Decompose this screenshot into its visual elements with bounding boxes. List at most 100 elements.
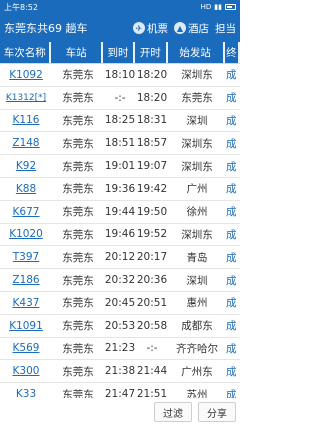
train-number[interactable]: T397 (0, 251, 52, 263)
table-row[interactable]: K92 东莞东 19:01 19:07 深圳东成 (0, 155, 240, 178)
hotel-label: 酒店 (188, 22, 209, 35)
terminal-station: 成 (226, 297, 237, 310)
origin-station: 广州东 (181, 365, 213, 378)
status-bar: 上午8:52 HD ▮▮ (0, 0, 240, 14)
table-row[interactable]: Z148 东莞东 18:51 18:57 深圳东成 (0, 132, 240, 156)
table-row[interactable]: K1091 东莞东 20:53 20:58 成都东成 (0, 315, 240, 338)
station-name: 东莞东 (62, 342, 94, 355)
arrive-time: -:- (114, 91, 126, 104)
table-row[interactable]: T397 东莞东 20:12 20:17 青岛 成 (0, 246, 240, 270)
arrive-time: 20:45 (104, 296, 136, 309)
table-row[interactable]: K1020 东莞东 19:46 19:52 深圳东成 (0, 224, 240, 247)
arrive-time: 21:38 (104, 365, 136, 378)
header-train[interactable]: 车次名称 (0, 42, 50, 63)
title-bar: 东莞东共69 趟车 ✈ 机票 ▲ 酒店 担当 (0, 14, 240, 42)
terminal-station: 成 (226, 228, 237, 241)
depart-time: 20:51 (136, 296, 168, 309)
station-name: 东莞东 (62, 251, 94, 264)
train-number[interactable]: K92 (0, 160, 52, 172)
header-station[interactable]: 车站 (51, 42, 101, 63)
arrive-time: 18:25 (104, 114, 136, 127)
share-button[interactable]: 分享 (198, 402, 236, 422)
origin-station: 深圳 (186, 274, 208, 287)
arrive-time: 18:10 (104, 68, 136, 81)
terminal-station: 成 (226, 114, 237, 127)
table-row[interactable]: K88 东莞东 19:36 19:42 广州 成 (0, 178, 240, 201)
page-title: 东莞东共69 趟车 (4, 22, 88, 35)
table-row[interactable]: K677 东莞东 19:44 19:50 徐州 成 (0, 201, 240, 224)
origin-station: 深圳东 (181, 160, 213, 173)
depart-time: -:- (146, 342, 158, 355)
origin-station: 深圳东 (181, 228, 213, 241)
terminal-station: 成 (226, 320, 237, 333)
origin-station: 徐州 (186, 206, 208, 219)
status-time: 上午8:52 (4, 2, 38, 12)
table-row[interactable]: K116 东莞东 18:25 18:31 深圳 成 (0, 110, 240, 133)
table-row[interactable]: K1312[*] 东莞东 -:- 18:20 东莞东成 (0, 87, 240, 110)
station-name: 东莞东 (62, 183, 94, 196)
terminal-station: 成 (226, 92, 237, 105)
header-depart[interactable]: 开时 (135, 42, 166, 63)
origin-station: 成都东 (181, 320, 213, 333)
flight-button[interactable]: ✈ 机票 (133, 21, 168, 36)
arrive-time: 20:53 (104, 319, 136, 332)
station-name: 东莞东 (62, 206, 94, 219)
header-arrive[interactable]: 到时 (102, 42, 134, 63)
depart-time: 18:20 (136, 91, 168, 104)
train-number[interactable]: K1020 (0, 228, 52, 240)
station-name: 东莞东 (62, 160, 94, 173)
terminal-station: 成 (226, 137, 237, 150)
arrive-time: 18:51 (104, 137, 136, 150)
depart-time: 21:44 (136, 365, 168, 378)
depart-time: 18:20 (136, 68, 168, 81)
table-row[interactable]: K569 东莞东 21:23 -:- 齐齐哈尔成 (0, 338, 240, 361)
station-name: 东莞东 (62, 114, 94, 127)
origin-station: 青岛 (186, 251, 208, 264)
terminal-station: 成 (226, 69, 237, 82)
flight-label: 机票 (147, 22, 168, 35)
station-name: 东莞东 (62, 297, 94, 310)
terminal-station: 成 (226, 206, 237, 219)
train-number[interactable]: K569 (0, 342, 52, 354)
terminal-station: 成 (226, 342, 237, 355)
train-number[interactable]: K88 (0, 183, 52, 195)
table-row[interactable]: K437 东莞东 20:45 20:51 惠州 成 (0, 292, 240, 315)
train-number[interactable]: K1091 (0, 320, 52, 332)
table-row[interactable]: K1092 东莞东 18:10 18:20 深圳东成 (0, 64, 240, 87)
battery-icon (225, 4, 236, 10)
header-terminal[interactable]: 终 (224, 42, 239, 63)
arrive-time: 21:23 (104, 342, 136, 355)
header-origin[interactable]: 始发站 (167, 42, 223, 63)
origin-station: 广州 (186, 183, 208, 196)
station-name: 东莞东 (62, 69, 94, 82)
terminal-station: 成 (226, 365, 237, 378)
table-body: K1092 东莞东 18:10 18:20 深圳东成 K1312[*] 东莞东 -:- 18:2… (0, 64, 240, 426)
hotel-button[interactable]: ▲ 酒店 (174, 21, 209, 36)
origin-station: 东莞东 (181, 92, 213, 105)
train-number[interactable]: K300 (0, 365, 52, 377)
depart-time: 18:31 (136, 114, 168, 127)
terminal-station: 成 (226, 251, 237, 264)
arrive-time: 20:32 (104, 274, 136, 287)
table-row[interactable]: K300 东莞东 21:38 21:44 广州东成 (0, 360, 240, 384)
train-number[interactable]: K437 (0, 297, 52, 309)
depart-time: 18:57 (136, 137, 168, 150)
station-name: 东莞东 (62, 320, 94, 333)
train-number[interactable]: K1092 (0, 69, 52, 81)
terminal-station: 成 (226, 274, 237, 287)
depart-time: 19:42 (136, 182, 168, 195)
table-row[interactable]: Z186 东莞东 20:32 20:36 深圳 成 (0, 269, 240, 292)
network-label: HD (200, 3, 212, 11)
hotel-icon: ▲ (174, 22, 186, 34)
train-number[interactable]: K116 (0, 114, 52, 126)
train-number[interactable]: Z186 (0, 274, 52, 286)
extra-menu[interactable]: 担当 (215, 21, 236, 36)
origin-station: 深圳东 (181, 69, 213, 82)
filter-button[interactable]: 过滤 (154, 402, 192, 422)
train-number[interactable]: K677 (0, 206, 52, 218)
origin-station: 齐齐哈尔 (176, 342, 218, 355)
train-number[interactable]: Z148 (0, 137, 52, 149)
arrive-time: 19:01 (104, 160, 136, 173)
station-name: 东莞东 (62, 365, 94, 378)
train-number[interactable]: K1312[*] (0, 93, 52, 103)
